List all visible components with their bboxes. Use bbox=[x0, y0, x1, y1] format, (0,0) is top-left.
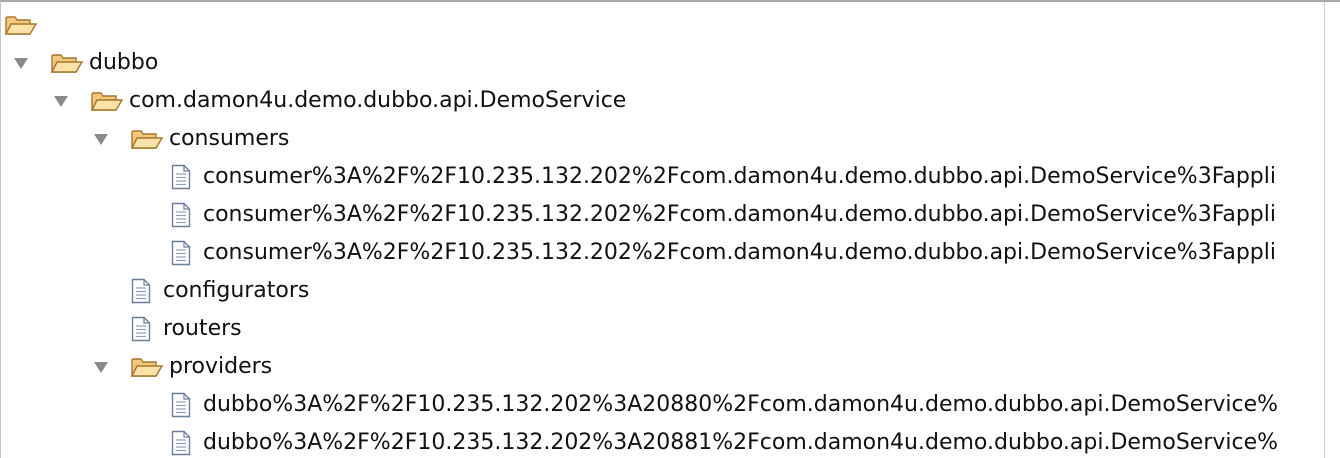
tree-node-label: configurators bbox=[163, 278, 310, 303]
expand-toggle-icon[interactable] bbox=[53, 93, 69, 109]
document-icon bbox=[171, 163, 197, 191]
tree-node-label: consumer%3A%2F%2F10.235.132.202%2Fcom.da… bbox=[203, 164, 1276, 189]
tree-node-consumers[interactable]: consumers bbox=[93, 120, 289, 158]
folder-open-icon bbox=[5, 11, 37, 39]
folder-open-icon bbox=[131, 353, 163, 381]
tree-node-consumer[interactable]: consumer%3A%2F%2F10.235.132.202%2Fcom.da… bbox=[171, 196, 1276, 234]
document-icon bbox=[131, 315, 157, 343]
document-icon bbox=[171, 239, 197, 267]
folder-open-icon bbox=[91, 87, 123, 115]
tree-node-configurators[interactable]: configurators bbox=[131, 272, 309, 310]
node-tree: dubbo com.damon4u.demo.dubbo.api.DemoSer… bbox=[1, 2, 1327, 458]
zookeeper-tree-panel: dubbo com.damon4u.demo.dubbo.api.DemoSer… bbox=[0, 0, 1340, 458]
folder-open-icon bbox=[131, 125, 163, 153]
document-icon bbox=[131, 277, 157, 305]
tree-node-consumer[interactable]: consumer%3A%2F%2F10.235.132.202%2Fcom.da… bbox=[171, 158, 1276, 196]
tree-node-label: providers bbox=[169, 354, 273, 379]
expand-toggle-icon[interactable] bbox=[13, 55, 29, 71]
folder-open-icon bbox=[51, 49, 83, 77]
tree-node-label: dubbo%3A%2F%2F10.235.132.202%3A20881%2Fc… bbox=[203, 430, 1279, 455]
expand-toggle-icon[interactable] bbox=[93, 131, 109, 147]
tree-node-providers[interactable]: providers bbox=[93, 348, 272, 386]
tree-node-label: routers bbox=[163, 316, 242, 341]
document-icon bbox=[171, 201, 197, 229]
tree-node-demo-service[interactable]: com.damon4u.demo.dubbo.api.DemoService bbox=[53, 82, 626, 120]
tree-node-consumer[interactable]: consumer%3A%2F%2F10.235.132.202%2Fcom.da… bbox=[171, 234, 1276, 272]
tree-node-dubbo[interactable]: dubbo bbox=[13, 44, 158, 82]
vertical-scrollbar[interactable] bbox=[1324, 2, 1340, 458]
tree-node-provider[interactable]: dubbo%3A%2F%2F10.235.132.202%3A20881%2Fc… bbox=[171, 424, 1278, 458]
tree-node-label: dubbo%3A%2F%2F10.235.132.202%3A20880%2Fc… bbox=[203, 392, 1279, 417]
expand-toggle-icon[interactable] bbox=[93, 359, 109, 375]
tree-node-routers[interactable]: routers bbox=[131, 310, 242, 348]
tree-node-label: consumer%3A%2F%2F10.235.132.202%2Fcom.da… bbox=[203, 240, 1276, 265]
tree-node-label: com.damon4u.demo.dubbo.api.DemoService bbox=[129, 88, 627, 113]
tree-node-root[interactable] bbox=[5, 6, 43, 44]
tree-node-label: dubbo bbox=[89, 50, 159, 75]
document-icon bbox=[171, 391, 197, 419]
tree-node-provider[interactable]: dubbo%3A%2F%2F10.235.132.202%3A20880%2Fc… bbox=[171, 386, 1278, 424]
tree-node-label: consumer%3A%2F%2F10.235.132.202%2Fcom.da… bbox=[203, 202, 1276, 227]
document-icon bbox=[171, 429, 197, 457]
tree-node-label: consumers bbox=[169, 126, 290, 151]
